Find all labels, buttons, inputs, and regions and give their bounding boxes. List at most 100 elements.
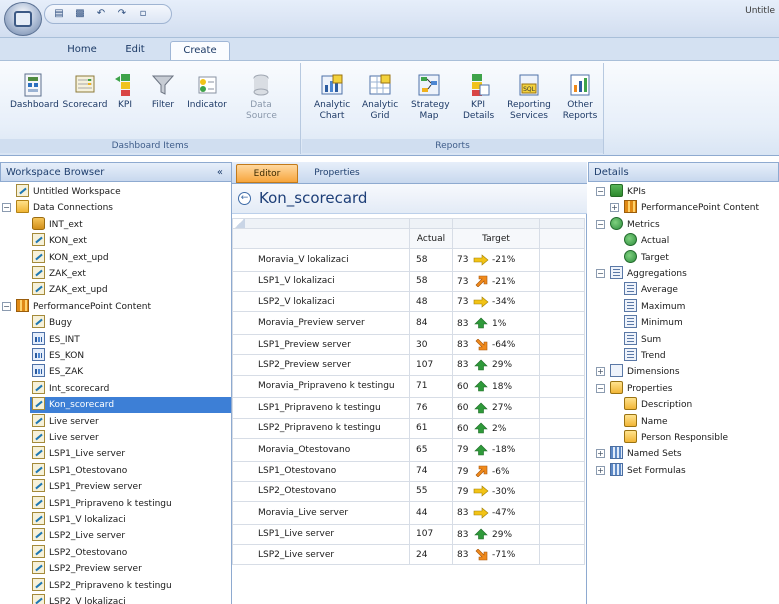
collapse-pane-icon[interactable]: « [217, 163, 223, 182]
details-tree-item[interactable]: + Dimensions [596, 364, 779, 380]
workspace-tree-item[interactable]: Kon_scorecard [30, 397, 231, 414]
kpi-button[interactable]: KPI [110, 73, 140, 111]
collapse-icon[interactable]: − [596, 187, 605, 196]
actual-value[interactable]: 65 [409, 437, 453, 462]
workspace-tree-item[interactable]: LSP2_Live server [30, 528, 231, 544]
target-cell[interactable]: 83 29% [452, 523, 540, 546]
workspace-tree-item[interactable]: INT_ext [30, 216, 231, 233]
workspace-tree-item[interactable]: Live server [30, 430, 231, 446]
row-label[interactable]: LSP1_Pripraveno k testingu [232, 397, 410, 419]
target-cell[interactable]: 83 -71% [452, 544, 540, 566]
row-label[interactable]: Moravia_Pripraveno k testingu [232, 374, 410, 399]
actual-value[interactable]: 48 [409, 290, 453, 313]
table-row[interactable]: LSP2_Preview server 107 83 29% [232, 354, 585, 376]
table-row[interactable]: Moravia_Preview server 84 83 1% [232, 311, 585, 335]
table-row[interactable]: LSP2_Live server 24 83 -71% [232, 544, 585, 566]
workspace-tree-item[interactable]: Int_scorecard [30, 380, 231, 397]
workspace-tree-item[interactable]: LSP2_Otestovano [30, 544, 231, 561]
actual-value[interactable]: 58 [409, 248, 453, 272]
save-icon[interactable]: ▤ [53, 8, 65, 20]
analytic-grid-button[interactable]: Analytic Grid [360, 73, 400, 122]
workspace-tree-item[interactable]: LSP1_Live server [30, 446, 231, 462]
row-label[interactable]: LSP2_V lokalizaci [232, 290, 410, 313]
workspace-tree-item[interactable]: LSP2_Preview server [30, 561, 231, 577]
target-cell[interactable]: 73 -34% [452, 290, 540, 313]
row-label[interactable]: LSP1_Live server [232, 523, 410, 546]
kpi-details-button[interactable]: KPI Details [458, 73, 498, 122]
actual-value[interactable]: 107 [409, 354, 453, 376]
table-row[interactable]: LSP1_V lokalizaci 58 73 -21% [232, 270, 585, 292]
back-arrow-icon[interactable]: ← [238, 192, 251, 205]
details-tree-item[interactable]: Target [622, 249, 779, 266]
workspace-tree-item[interactable]: LSP1_Preview server [30, 479, 231, 495]
undo-icon[interactable]: ↶ [95, 8, 107, 20]
workspace-tree-item[interactable]: Untitled Workspace [14, 184, 231, 200]
actual-value[interactable]: 30 [409, 333, 453, 356]
row-label[interactable]: LSP2_Live server [232, 544, 410, 566]
workspace-tree-item[interactable]: ES_KON [30, 348, 231, 364]
details-tree-item[interactable]: Actual [622, 233, 779, 249]
indicator-button[interactable]: Indicator [184, 73, 230, 111]
target-cell[interactable]: 60 27% [452, 397, 540, 419]
workspace-tree-item[interactable]: ES_INT [30, 331, 231, 348]
strategy-map-button[interactable]: Strategy Map [408, 73, 450, 122]
table-row[interactable]: LSP2_V lokalizaci 48 73 -34% [232, 290, 585, 313]
application-menu-button[interactable] [4, 2, 42, 36]
actual-value[interactable]: 58 [409, 270, 453, 292]
table-row[interactable]: LSP1_Pripraveno k testingu 76 60 27% [232, 397, 585, 419]
target-cell[interactable]: 83 29% [452, 354, 540, 376]
scorecard-button[interactable]: Scorecard [62, 73, 108, 111]
row-label[interactable]: LSP2_Preview server [232, 354, 410, 376]
details-tree-item[interactable]: Sum [622, 331, 779, 348]
row-label[interactable]: LSP1_Preview server [232, 333, 410, 356]
target-cell[interactable]: 79 -18% [452, 437, 540, 462]
workspace-tree-item[interactable]: LSP2_Pripraveno k testingu [30, 577, 231, 594]
table-row[interactable]: Moravia_Otestovano 65 79 -18% [232, 437, 585, 462]
details-tree-item[interactable]: − Aggregations [596, 266, 779, 282]
actual-value[interactable]: 84 [409, 311, 453, 335]
workspace-tree-item[interactable]: − PerformancePoint Content [2, 298, 231, 315]
details-tree-item[interactable]: Person Responsible [622, 430, 779, 446]
collapse-icon[interactable]: − [596, 219, 605, 229]
table-row[interactable]: Moravia_V lokalizaci 58 73 -21% [232, 248, 585, 272]
column-header-actual[interactable]: Actual [409, 228, 453, 249]
table-row[interactable]: LSP1_Otestovano 74 79 -6% [232, 460, 585, 482]
details-tree-item[interactable]: − Metrics [596, 216, 779, 233]
target-cell[interactable]: 83 -47% [452, 501, 540, 525]
workspace-tree-item[interactable]: KON_ext [30, 233, 231, 249]
workspace-tree-item[interactable]: ZAK_ext [30, 266, 231, 282]
collapse-icon[interactable]: − [2, 301, 11, 311]
target-cell[interactable]: 79 -30% [452, 480, 540, 503]
other-reports-button[interactable]: Other Reports [560, 73, 600, 122]
tab-editor[interactable]: Editor [236, 164, 298, 183]
target-cell[interactable]: 79 -6% [452, 460, 540, 482]
filter-button[interactable]: Filter [145, 73, 181, 111]
row-label[interactable]: Moravia_Preview server [232, 311, 410, 335]
workspace-tree-item[interactable]: KON_ext_upd [30, 249, 231, 266]
expand-icon[interactable]: + [610, 203, 619, 213]
details-tree-item[interactable]: Trend [622, 348, 779, 364]
target-cell[interactable]: 83 1% [452, 311, 540, 335]
workspace-tree-item[interactable]: LSP2_V lokalizaci [30, 594, 231, 604]
details-tree-item[interactable]: Description [622, 397, 779, 413]
workspace-tree-item[interactable]: Live server [30, 413, 231, 430]
actual-value[interactable]: 71 [409, 374, 453, 399]
actual-value[interactable]: 61 [409, 417, 453, 439]
column-header-target[interactable]: Target [452, 228, 540, 249]
expand-icon[interactable]: + [596, 367, 605, 377]
details-tree-item[interactable]: Name [622, 413, 779, 430]
actual-value[interactable]: 76 [409, 397, 453, 419]
dashboard-button[interactable]: Dashboard [10, 73, 59, 111]
collapse-icon[interactable]: − [596, 383, 605, 393]
table-row[interactable]: Moravia_Pripraveno k testingu 71 60 18% [232, 374, 585, 399]
table-row[interactable]: Moravia_Live server 44 83 -47% [232, 501, 585, 525]
table-row[interactable]: LSP1_Live server 107 83 29% [232, 523, 585, 546]
collapse-icon[interactable]: − [2, 203, 11, 213]
target-cell[interactable]: 60 18% [452, 374, 540, 399]
row-label[interactable]: LSP1_Otestovano [232, 460, 410, 482]
actual-value[interactable]: 44 [409, 501, 453, 525]
table-row[interactable]: LSP2_Pripraveno k testingu 61 60 2% [232, 417, 585, 439]
details-tree-item[interactable]: Maximum [622, 298, 779, 315]
table-row[interactable]: LSP2_Otestovano 55 79 -30% [232, 480, 585, 503]
actual-value[interactable]: 24 [409, 544, 453, 566]
